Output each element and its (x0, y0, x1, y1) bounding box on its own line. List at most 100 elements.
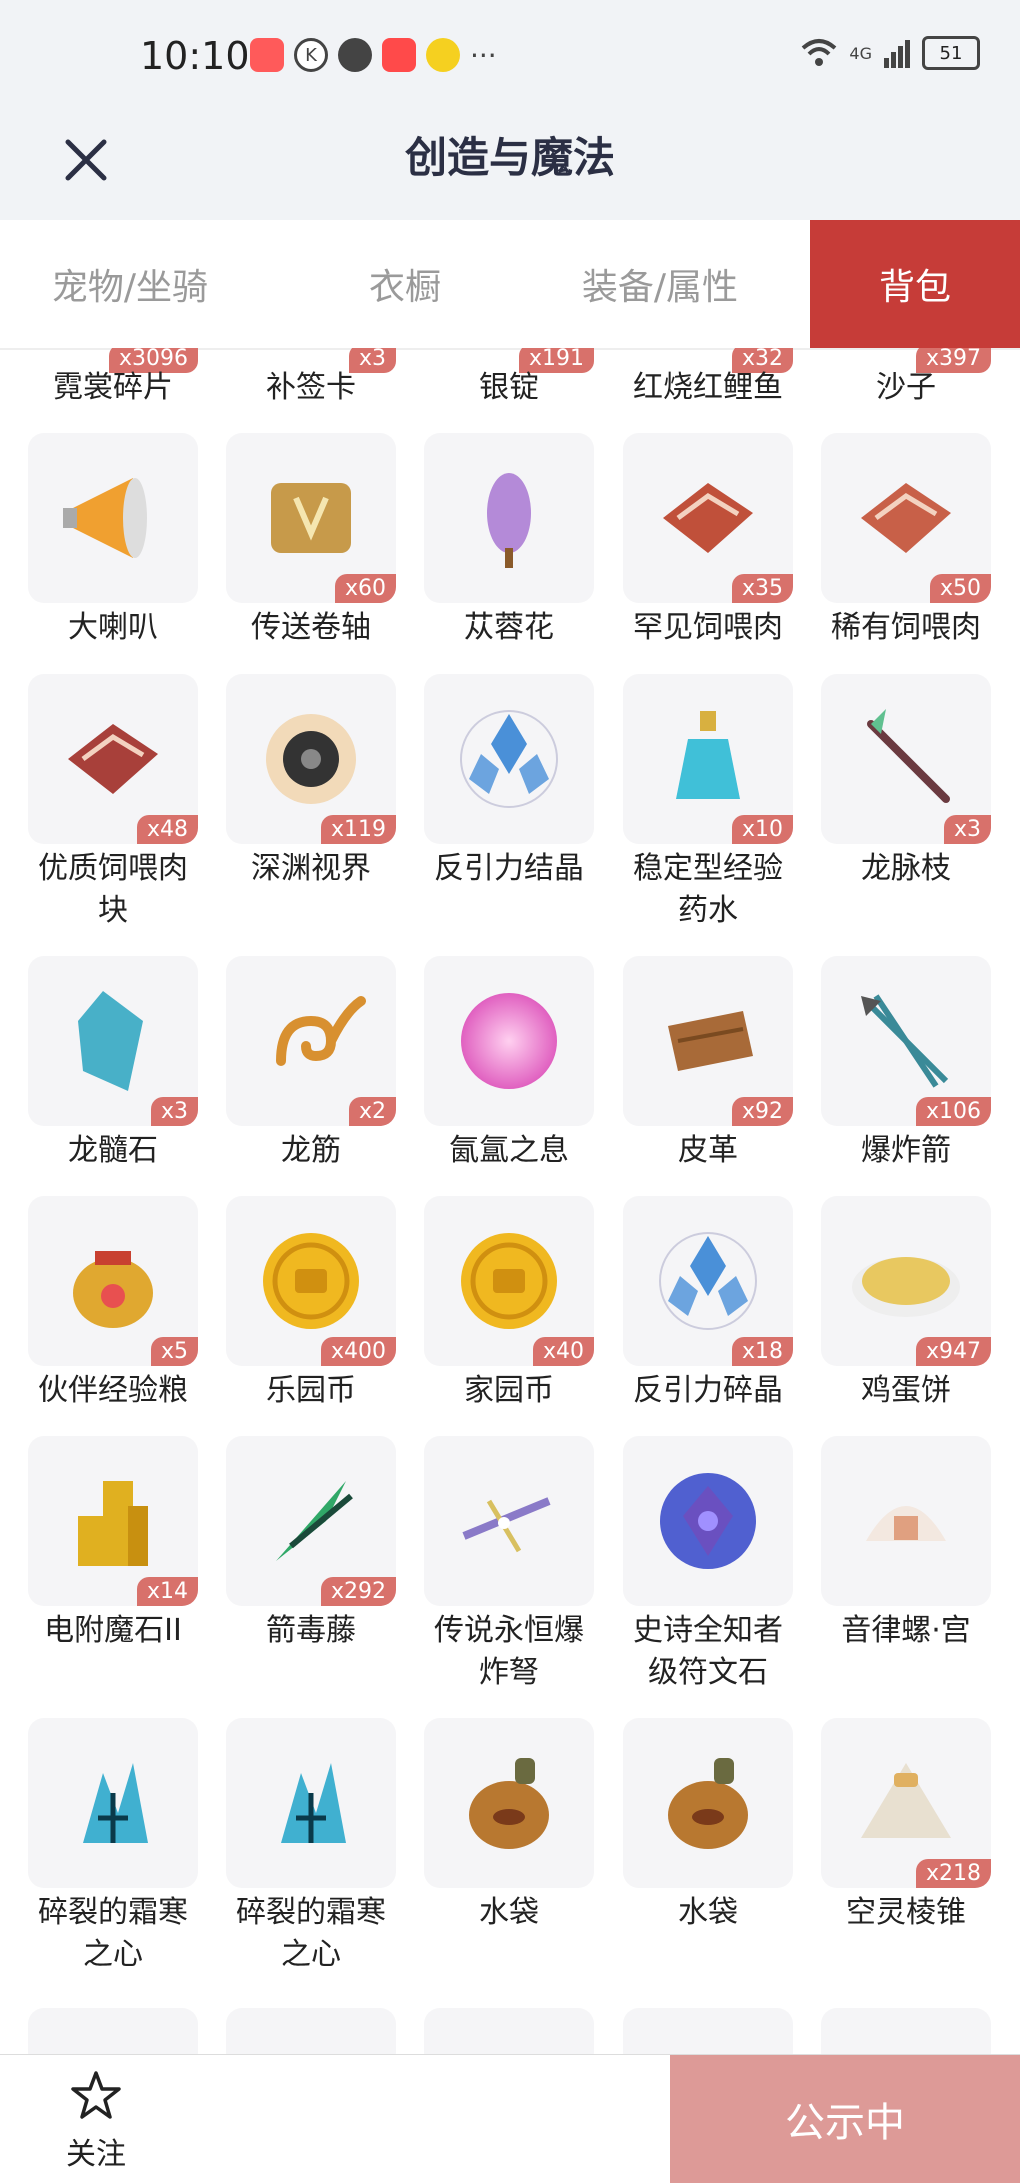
inventory-item[interactable]: 苁蓉花 (424, 433, 594, 649)
item-name: 霓裳碎片 (53, 370, 173, 405)
potion-icon (676, 711, 740, 799)
inventory-item[interactable]: x92 皮革 (623, 956, 793, 1172)
item-count-badge: x35 (731, 574, 793, 603)
item-tile[interactable]: x400 (226, 1196, 396, 1366)
tab-backpack[interactable]: 背包 (810, 220, 1020, 348)
inventory-item[interactable]: x14 电附魔石II (28, 1436, 198, 1652)
inventory-item[interactable]: x5 伙伴经验粮 (28, 1196, 198, 1412)
inventory-item[interactable]: x3 龙脉枝 (821, 674, 991, 890)
partial-item[interactable]: x397 沙子 (821, 348, 991, 405)
inventory-item[interactable]: x218 空灵棱锥 (821, 1718, 991, 1934)
item-tile[interactable]: x18 (623, 1196, 793, 1366)
partial-item[interactable]: x3096 霓裳碎片 (28, 348, 198, 405)
item-count-badge: x400 (320, 1337, 396, 1366)
star-icon (71, 2071, 121, 2119)
status-bar: 10:10 K ··· 4G 51 (0, 0, 1020, 118)
item-tile[interactable] (424, 1436, 594, 1606)
eye-icon (266, 714, 356, 804)
item-count-badge: x10 (731, 815, 793, 844)
follow-button[interactable]: 关注 (60, 2069, 132, 2173)
inventory-item[interactable]: 传说永恒爆炸弩 (424, 1436, 594, 1694)
item-name: 音律螺·宫 (841, 1613, 971, 1648)
inventory-item[interactable]: x40 家园币 (424, 1196, 594, 1412)
item-tile-partial[interactable] (28, 2008, 198, 2054)
item-tile[interactable]: x106 (821, 956, 991, 1126)
inventory-item[interactable]: 水袋 (623, 1718, 793, 1934)
partial-item[interactable]: x32 红烧红鲤鱼 (623, 348, 793, 405)
item-tile[interactable]: x60 (226, 433, 396, 603)
item-tile[interactable] (226, 1718, 396, 1888)
item-tile[interactable]: x119 (226, 674, 396, 844)
inventory-item[interactable]: x400 乐园币 (226, 1196, 396, 1412)
item-tile[interactable]: x3 (28, 956, 198, 1126)
tab-equipment[interactable]: 装备/属性 (560, 220, 760, 348)
inventory-item[interactable]: 碎裂的霜寒之心 (226, 1718, 396, 1976)
inventory-item[interactable]: x947 鸡蛋饼 (821, 1196, 991, 1412)
partial-item[interactable]: x191 银锭 (424, 348, 594, 405)
public-status-button[interactable]: 公示中 (670, 2055, 1020, 2183)
inventory-item[interactable]: x48 优质饲喂肉块 (28, 674, 198, 932)
item-tile[interactable] (821, 1436, 991, 1606)
inventory-item[interactable]: x3 龙髓石 (28, 956, 198, 1172)
rune-icon (660, 1473, 756, 1569)
item-count-badge: x947 (915, 1337, 991, 1366)
item-tile[interactable]: x50 (821, 433, 991, 603)
inventory-item[interactable]: 碎裂的霜寒之心 (28, 1718, 198, 1976)
item-tile[interactable] (424, 674, 594, 844)
inventory-item[interactable]: 氤氲之息 (424, 956, 594, 1172)
inventory-item[interactable]: x119 深渊视界 (226, 674, 396, 890)
item-count-badge: x3 (150, 1097, 198, 1126)
item-tile-partial[interactable] (623, 2008, 793, 2054)
tab-pets-mounts[interactable]: 宠物/坐骑 (20, 220, 240, 348)
item-tile[interactable] (424, 956, 594, 1126)
item-name: 箭毒藤 (266, 1613, 356, 1648)
item-tile[interactable]: x35 (623, 433, 793, 603)
huawei-store-icon (382, 38, 416, 72)
item-tile[interactable]: x3 (821, 674, 991, 844)
item-name: 传送卷轴 (251, 610, 371, 645)
item-tile[interactable]: x218 (821, 1718, 991, 1888)
item-tile[interactable]: x10 (623, 674, 793, 844)
inventory-item[interactable]: x35 罕见饲喂肉 (623, 433, 793, 649)
gem-icon (78, 991, 143, 1091)
item-tile[interactable]: x40 (424, 1196, 594, 1366)
item-tile[interactable] (424, 1718, 594, 1888)
item-tile[interactable] (28, 433, 198, 603)
inventory-item[interactable]: x106 爆炸箭 (821, 956, 991, 1172)
item-tile[interactable]: x292 (226, 1436, 396, 1606)
backpack-grid: x3096 霓裳碎片 x3 补签卡 x191 银锭 x32 红烧红鲤鱼 x397 沙子 大喇叭 x6… (0, 348, 1020, 2054)
inventory-item[interactable]: x60 传送卷轴 (226, 433, 396, 649)
inventory-item[interactable]: x50 稀有饲喂肉 (821, 433, 991, 649)
inventory-item[interactable]: 史诗全知者级符文石 (623, 1436, 793, 1694)
item-tile[interactable]: x92 (623, 956, 793, 1126)
item-tile[interactable] (424, 433, 594, 603)
item-name: 大喇叭 (68, 610, 158, 645)
inventory-item[interactable]: x292 箭毒藤 (226, 1436, 396, 1652)
item-tile[interactable] (28, 1718, 198, 1888)
inventory-item[interactable]: 反引力结晶 (424, 674, 594, 890)
item-tile[interactable]: x2 (226, 956, 396, 1126)
item-name: 红烧红鲤鱼 (633, 370, 783, 405)
inventory-item[interactable]: x10 稳定型经验药水 (623, 674, 793, 932)
tab-wardrobe[interactable]: 衣橱 (290, 220, 520, 348)
item-tile[interactable]: x48 (28, 674, 198, 844)
item-name: 鸡蛋饼 (861, 1373, 951, 1408)
partial-item[interactable]: x3 补签卡 (226, 348, 396, 405)
item-tile-partial[interactable] (226, 2008, 396, 2054)
item-tile[interactable]: x947 (821, 1196, 991, 1366)
inventory-item[interactable]: 音律螺·宫 (821, 1436, 991, 1652)
item-tile[interactable] (623, 1718, 793, 1888)
item-tile-partial[interactable] (424, 2008, 594, 2054)
inventory-item[interactable]: 水袋 (424, 1718, 594, 1934)
item-tile[interactable] (623, 1436, 793, 1606)
item-name: 传说永恒爆炸弩 (434, 1613, 584, 1690)
item-name: 爆炸箭 (861, 1133, 951, 1168)
item-tile[interactable]: x5 (28, 1196, 198, 1366)
item-tile-partial[interactable] (821, 2008, 991, 2054)
item-name: 补签卡 (266, 370, 356, 405)
item-tile[interactable]: x14 (28, 1436, 198, 1606)
inventory-item[interactable]: x18 反引力碎晶 (623, 1196, 793, 1412)
inventory-item[interactable]: 大喇叭 (28, 433, 198, 649)
inventory-item[interactable]: x2 龙筋 (226, 956, 396, 1172)
meat-icon (663, 483, 753, 553)
